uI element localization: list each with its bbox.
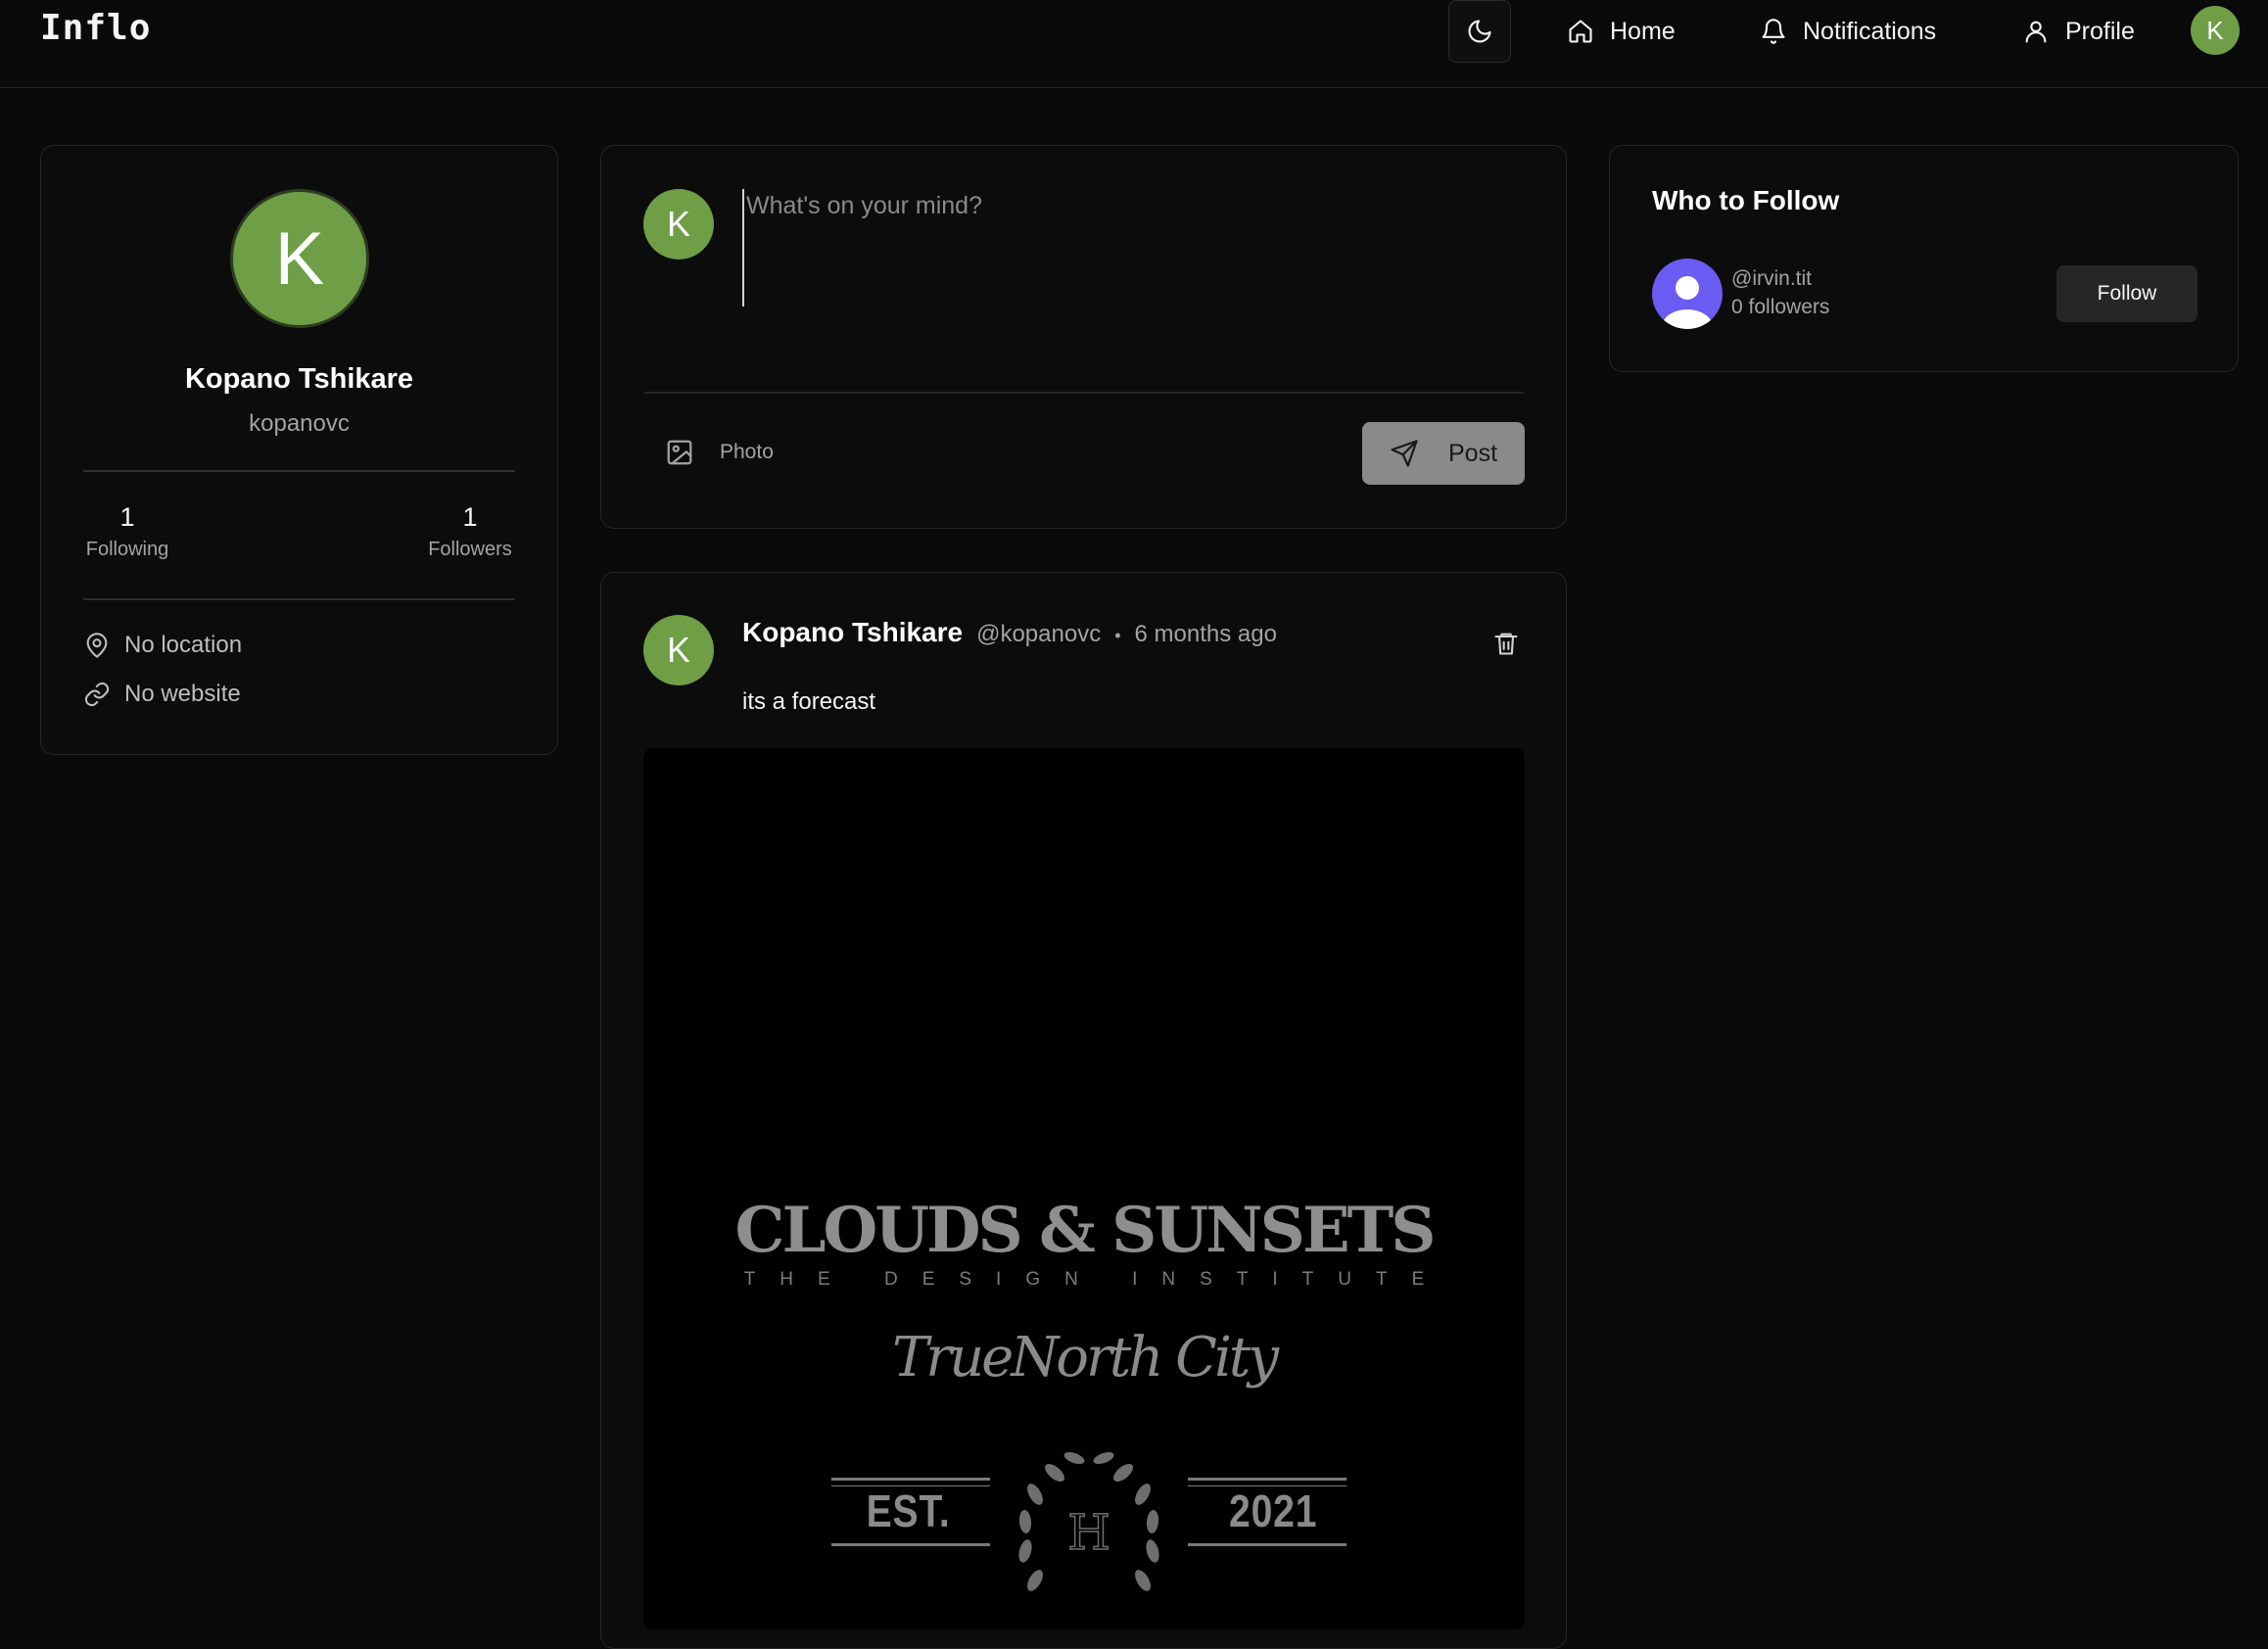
post-card: K Kopano Tshikare @kopanovc • 6 months a… <box>600 572 1567 1649</box>
nav-home-label: Home <box>1610 17 1676 45</box>
add-photo-button[interactable]: Photo <box>665 438 774 467</box>
bell-icon <box>1762 19 1785 44</box>
followers-label: Followers <box>428 539 512 560</box>
user-icon <box>2025 21 2047 43</box>
profile-name: Kopano Tshikare <box>184 363 414 395</box>
decor-line <box>831 1543 990 1546</box>
compose-avatar: K <box>643 189 714 259</box>
theme-toggle-button[interactable] <box>1448 0 1511 63</box>
compose-input[interactable] <box>742 189 1526 306</box>
monogram-text: H <box>1067 1504 1110 1561</box>
nav-notifications-label: Notifications <box>1803 17 1937 45</box>
nav-notifications[interactable]: Notifications <box>1760 12 1936 51</box>
profile-username: kopanovc <box>249 410 350 437</box>
post-image[interactable]: CLOUDS & SUNSETS THE DESIGN INSTITUTE Tr… <box>643 748 1525 1629</box>
image-subtitle-text: THE DESIGN INSTITUTE <box>743 1269 1449 1290</box>
map-pin-icon <box>86 633 108 658</box>
laurel-wreath-icon: H <box>1018 1451 1159 1591</box>
moon-icon <box>1468 20 1491 43</box>
image-title-text: CLOUDS & SUNSETS <box>734 1194 1437 1267</box>
following-stat[interactable]: 1 Following <box>83 502 171 561</box>
post-button[interactable]: Post <box>1362 422 1525 485</box>
followers-stat[interactable]: 1 Followers <box>423 502 517 561</box>
image-script-text: TrueNorth City <box>891 1326 1279 1390</box>
suggested-user-followers: 0 followers <box>1731 296 1830 318</box>
following-label: Following <box>85 539 169 560</box>
suggested-user-avatar[interactable] <box>1652 259 1723 329</box>
decor-line <box>1188 1478 1347 1481</box>
website-row: No website <box>83 681 241 708</box>
divider <box>83 598 515 600</box>
image-icon <box>667 440 692 465</box>
user-silhouette-icon <box>1662 276 1713 329</box>
post-timestamp: 6 months ago <box>1134 621 1277 647</box>
followers-count: 1 <box>462 502 478 532</box>
decor-line <box>831 1478 990 1481</box>
image-year-text: 2021 <box>1228 1485 1318 1536</box>
top-navigation: Inflo Home Notifications Profile K <box>0 0 2268 88</box>
divider <box>83 470 515 472</box>
app-logo[interactable]: Inflo <box>40 8 151 48</box>
nav-home[interactable]: Home <box>1567 12 1676 51</box>
photo-label: Photo <box>720 441 774 463</box>
user-avatar-menu[interactable]: K <box>2191 6 2240 55</box>
nav-profile-label: Profile <box>2065 17 2135 45</box>
following-count: 1 <box>119 502 135 532</box>
post-author-handle[interactable]: @kopanovc <box>976 621 1101 648</box>
post-author-avatar[interactable]: K <box>643 615 714 685</box>
nav-profile[interactable]: Profile <box>2022 12 2135 51</box>
who-to-follow-title: Who to Follow <box>1652 185 1840 215</box>
compose-card: K Photo Post <box>600 145 1567 529</box>
follow-button[interactable]: Follow <box>2056 265 2197 322</box>
location-row: No location <box>83 632 242 659</box>
post-text: its a forecast <box>742 688 876 715</box>
post-header: Kopano Tshikare @kopanovc • 6 months ago <box>742 617 1277 648</box>
divider <box>643 392 1525 394</box>
post-label: Post <box>1447 439 1498 467</box>
home-icon <box>1569 20 1592 43</box>
profile-card: K Kopano Tshikare kopanovc 1 Following 1… <box>40 145 558 755</box>
separator-dot: • <box>1114 626 1121 645</box>
website-text: No website <box>124 681 241 707</box>
location-text: No location <box>124 632 243 658</box>
delete-post-button[interactable] <box>1487 624 1526 663</box>
profile-avatar: K <box>230 189 369 328</box>
post-author-name[interactable]: Kopano Tshikare <box>742 617 963 648</box>
link-icon <box>84 682 110 707</box>
decor-line <box>1188 1543 1347 1546</box>
suggested-user-handle[interactable]: @irvin.tit <box>1731 267 1812 291</box>
send-icon <box>1391 440 1418 467</box>
image-est-text: EST. <box>866 1485 951 1536</box>
trash-icon <box>1494 633 1518 655</box>
who-to-follow-card: Who to Follow @irvin.tit 0 followers Fol… <box>1609 145 2239 372</box>
